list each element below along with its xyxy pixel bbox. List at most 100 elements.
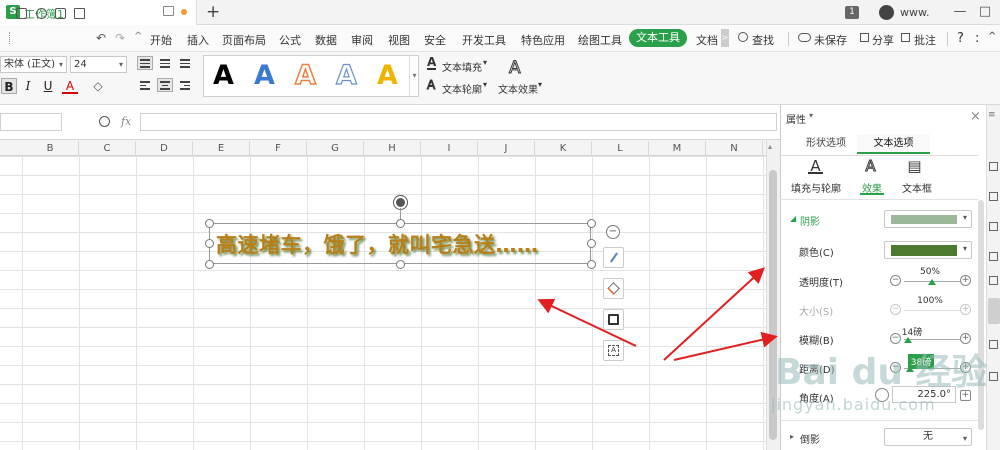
transparency-decrease-button[interactable]: − bbox=[890, 275, 901, 286]
text-outline-button[interactable]: 文本轮廓 bbox=[442, 81, 482, 96]
tab-text-options[interactable]: 文本选项 bbox=[857, 134, 930, 154]
reflection-select[interactable]: 无 ▾ bbox=[884, 428, 972, 446]
side-tool-icon[interactable] bbox=[989, 252, 998, 261]
menu-data[interactable]: 数据 bbox=[315, 32, 337, 48]
new-tab-button[interactable]: + bbox=[206, 2, 220, 22]
text-effect-dropdown-icon[interactable]: ▾ bbox=[538, 80, 542, 89]
resize-handle[interactable] bbox=[587, 219, 596, 228]
shadow-expand-icon[interactable]: ◢ bbox=[790, 214, 796, 223]
redo-icon[interactable]: ↷ bbox=[115, 31, 125, 45]
comment-icon[interactable] bbox=[901, 33, 910, 42]
size-slider[interactable] bbox=[904, 310, 960, 311]
search-icon[interactable] bbox=[738, 32, 748, 42]
user-name[interactable]: www. bbox=[900, 6, 929, 19]
search-label[interactable]: 查找 bbox=[752, 32, 774, 48]
menu-home[interactable]: 开始 bbox=[150, 32, 172, 48]
blur-slider[interactable] bbox=[904, 339, 960, 340]
comment-button[interactable]: 批注 bbox=[914, 32, 936, 48]
side-tool-icon[interactable] bbox=[989, 192, 998, 201]
print-preview-icon[interactable] bbox=[74, 8, 85, 19]
window-count-badge[interactable]: 1 bbox=[845, 6, 859, 19]
help-icon[interactable]: ? bbox=[957, 31, 964, 46]
unsaved-status[interactable]: 未保存 bbox=[814, 32, 847, 48]
align-center-button[interactable] bbox=[157, 78, 173, 92]
menu-formulas[interactable]: 公式 bbox=[279, 32, 301, 48]
collapse-ribbon-icon[interactable]: ^ bbox=[988, 31, 996, 42]
shadow-color-select[interactable]: ▾ bbox=[884, 241, 972, 259]
shadow-section-label[interactable]: 阴影 bbox=[800, 213, 820, 228]
formula-input[interactable] bbox=[140, 113, 777, 131]
side-tool-active[interactable] bbox=[988, 298, 1000, 324]
side-tool-icon[interactable] bbox=[989, 372, 998, 381]
shadow-preset-select[interactable]: ▾ bbox=[884, 210, 972, 228]
share-button[interactable]: 分享 bbox=[872, 32, 894, 48]
cut-icon[interactable] bbox=[36, 8, 47, 19]
panel-title[interactable]: 属性 bbox=[786, 111, 806, 126]
font-size-select[interactable]: 24 ▾ bbox=[70, 56, 127, 73]
subtab-text-box[interactable]: 文本框 bbox=[902, 180, 932, 195]
column-header[interactable]: M bbox=[649, 141, 706, 156]
resize-handle[interactable] bbox=[587, 260, 596, 269]
column-header[interactable]: D bbox=[136, 141, 193, 156]
menu-document[interactable]: 文档 bbox=[696, 32, 718, 48]
reflection-section-label[interactable]: 倒影 bbox=[800, 431, 820, 446]
column-header[interactable]: N bbox=[706, 141, 763, 156]
menu-insert[interactable]: 插入 bbox=[187, 32, 209, 48]
resize-handle[interactable] bbox=[205, 219, 214, 228]
underline-button[interactable]: U bbox=[40, 78, 56, 94]
print-icon[interactable] bbox=[55, 8, 66, 19]
panel-title-dropdown-icon[interactable]: ▾ bbox=[809, 111, 813, 120]
side-toolbar-menu-icon[interactable]: ≡ bbox=[988, 110, 996, 120]
menu-developer[interactable]: 开发工具 bbox=[462, 32, 506, 48]
more-icon[interactable]: : bbox=[975, 31, 979, 46]
clear-format-button[interactable]: ◇ bbox=[90, 78, 106, 94]
bold-button[interactable]: B bbox=[1, 78, 17, 94]
text-fill-button[interactable]: 文本填充 bbox=[442, 59, 482, 74]
font-color-button[interactable]: A bbox=[62, 78, 78, 94]
side-tool-icon[interactable] bbox=[989, 222, 998, 231]
column-header[interactable]: I bbox=[421, 141, 478, 156]
menu-drawing-tools[interactable]: 绘图工具 bbox=[578, 32, 622, 48]
fill-outline-icon[interactable]: A bbox=[808, 158, 823, 174]
resize-handle[interactable] bbox=[396, 260, 405, 269]
column-header[interactable]: J bbox=[478, 141, 535, 156]
customize-chevron-icon[interactable]: ^ bbox=[134, 31, 142, 42]
side-tool-icon[interactable] bbox=[989, 162, 998, 171]
reflection-expand-icon[interactable]: ▸ bbox=[790, 432, 794, 441]
minimize-button[interactable]: — bbox=[950, 3, 970, 21]
menu-text-tools[interactable]: 文本工具 bbox=[629, 29, 687, 47]
undo-icon[interactable]: ↶ bbox=[96, 31, 106, 45]
size-decrease-button[interactable]: − bbox=[890, 304, 901, 315]
effect-icon[interactable]: A bbox=[863, 158, 878, 175]
resize-handle[interactable] bbox=[396, 219, 405, 228]
menu-special[interactable]: 特色应用 bbox=[521, 32, 565, 48]
column-header[interactable]: C bbox=[79, 141, 136, 156]
menu-review[interactable]: 审阅 bbox=[351, 32, 373, 48]
column-header[interactable]: K bbox=[535, 141, 592, 156]
transparency-slider-thumb[interactable] bbox=[928, 279, 936, 285]
column-header[interactable]: F bbox=[250, 141, 307, 156]
share-icon[interactable] bbox=[860, 33, 869, 42]
float-toolbar-collapse-button[interactable]: − bbox=[606, 225, 620, 239]
float-textbox-button[interactable]: A bbox=[603, 340, 624, 361]
text-outline-icon[interactable]: A bbox=[426, 79, 435, 92]
align-middle-button[interactable] bbox=[157, 56, 173, 70]
monitor-icon[interactable] bbox=[163, 6, 174, 16]
text-outline-dropdown-icon[interactable]: ▾ bbox=[483, 80, 487, 89]
side-tool-icon[interactable] bbox=[989, 340, 998, 349]
text-style-orange-outline[interactable]: A bbox=[294, 59, 316, 92]
float-outline-button[interactable] bbox=[603, 309, 624, 330]
float-style-button[interactable] bbox=[603, 247, 624, 268]
text-style-blue[interactable]: A bbox=[254, 60, 275, 91]
text-fill-icon[interactable]: A bbox=[427, 56, 437, 70]
text-fill-dropdown-icon[interactable]: ▾ bbox=[483, 58, 487, 67]
column-header[interactable]: E bbox=[193, 141, 250, 156]
menu-view[interactable]: 视图 bbox=[388, 32, 410, 48]
transparency-increase-button[interactable]: + bbox=[960, 275, 971, 286]
align-right-button[interactable] bbox=[177, 78, 193, 92]
style-gallery-more-button[interactable]: ▾ bbox=[409, 55, 419, 97]
align-left-button[interactable] bbox=[137, 78, 153, 92]
maximize-button[interactable]: □ bbox=[975, 3, 995, 21]
cloud-icon[interactable] bbox=[798, 33, 811, 42]
text-style-blue-outline[interactable]: A bbox=[335, 59, 357, 91]
